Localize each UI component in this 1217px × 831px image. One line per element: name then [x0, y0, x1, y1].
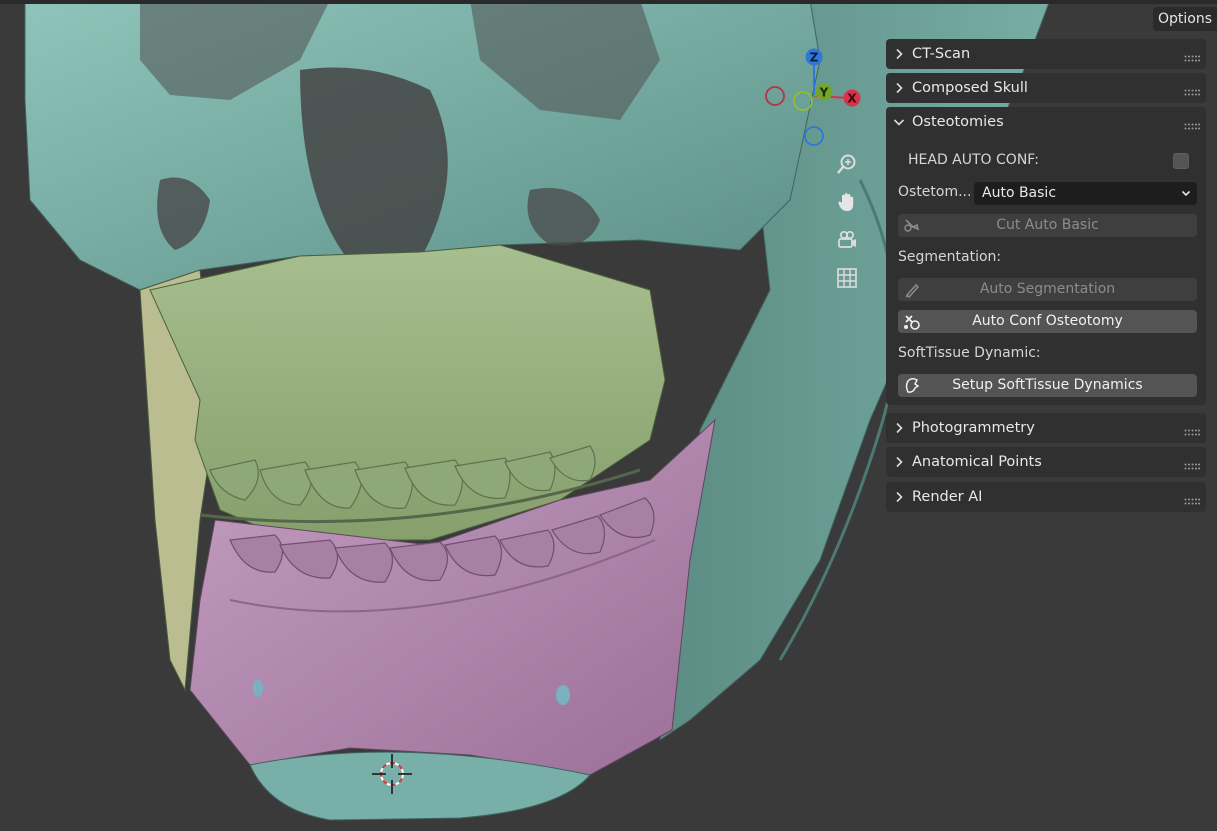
hand-pan-icon[interactable] [831, 186, 863, 218]
panel-header-anatomical-points[interactable]: Anatomical Points [886, 447, 1206, 477]
panel-label: Anatomical Points [912, 454, 1042, 470]
x-axis-handle: X [843, 89, 861, 107]
chevron-down-icon [1181, 182, 1191, 213]
osteotomy-type-label: Ostetom... [898, 184, 972, 200]
drag-handle-icon[interactable] [1184, 493, 1200, 509]
segmentation-label: Segmentation: [898, 249, 1002, 265]
neg-x-axis-handle [765, 86, 785, 106]
drag-handle-icon[interactable] [1184, 118, 1200, 134]
bone-cut-icon [902, 312, 922, 331]
button-label: Setup SoftTissue Dynamics [952, 377, 1143, 393]
svg-text:Y: Y [819, 86, 829, 100]
softtissue-dynamic-label: SoftTissue Dynamic: [898, 345, 1041, 361]
svg-text:Z: Z [810, 51, 819, 65]
saw-icon [902, 216, 922, 235]
pen-icon [902, 280, 922, 299]
neg-y-axis-handle [793, 91, 813, 111]
y-axis-handle: Y [815, 83, 833, 101]
panel-header-osteotomies[interactable]: Osteotomies [886, 107, 1206, 137]
drag-handle-icon[interactable] [1184, 424, 1200, 440]
panel-header-photogrammetry[interactable]: Photogrammetry [886, 413, 1206, 443]
panel-label: Photogrammetry [912, 420, 1035, 436]
head-auto-conf-checkbox[interactable] [1173, 153, 1189, 169]
drag-handle-icon[interactable] [1184, 50, 1200, 66]
button-label: Auto Conf Osteotomy [972, 313, 1123, 329]
navigation-gizmo[interactable]: Z Y X [762, 44, 872, 154]
drag-handle-icon[interactable] [1184, 84, 1200, 100]
face-profile-icon [902, 376, 922, 395]
panel-header-render-ai[interactable]: Render AI [886, 482, 1206, 512]
panel-header-composed-skull[interactable]: Composed Skull [886, 73, 1206, 103]
chevron-right-icon [886, 48, 912, 60]
chevron-right-icon [886, 491, 912, 503]
neg-z-axis-handle [804, 126, 824, 146]
panel-label: Composed Skull [912, 80, 1028, 96]
header-strip [0, 0, 1217, 4]
panel-label: Render AI [912, 489, 983, 505]
options-button[interactable]: Options [1153, 7, 1217, 31]
button-label: Cut Auto Basic [996, 217, 1099, 233]
osteotomy-type-dropdown[interactable]: Auto Basic [974, 182, 1197, 205]
drag-handle-icon[interactable] [1184, 458, 1200, 474]
chevron-down-icon [886, 117, 912, 127]
camera-icon[interactable] [831, 224, 863, 256]
z-axis-handle: Z [805, 48, 823, 66]
auto-conf-osteotomy-button[interactable]: Auto Conf Osteotomy [898, 310, 1197, 333]
cut-auto-basic-button[interactable]: Cut Auto Basic [898, 214, 1197, 237]
osteotomies-panel-body: HEAD AUTO CONF: Ostetom... Auto Basic Cu… [886, 137, 1206, 405]
sidebar-panel: CT-Scan Composed Skull Osteotomies HEAD … [886, 37, 1217, 517]
chevron-right-icon [886, 422, 912, 434]
panel-label: Osteotomies [912, 114, 1004, 130]
auto-segmentation-button[interactable]: Auto Segmentation [898, 278, 1197, 301]
chevron-right-icon [886, 456, 912, 468]
panel-label: CT-Scan [912, 46, 971, 62]
setup-softtissue-dynamics-button[interactable]: Setup SoftTissue Dynamics [898, 374, 1197, 397]
head-auto-conf-label: HEAD AUTO CONF: [908, 152, 1039, 168]
grid-icon[interactable] [831, 262, 863, 294]
dropdown-value: Auto Basic [982, 185, 1057, 201]
chevron-right-icon [886, 82, 912, 94]
zoom-icon[interactable] [831, 148, 863, 180]
button-label: Auto Segmentation [979, 281, 1116, 297]
panel-header-ct-scan[interactable]: CT-Scan [886, 39, 1206, 69]
svg-text:X: X [847, 92, 857, 106]
